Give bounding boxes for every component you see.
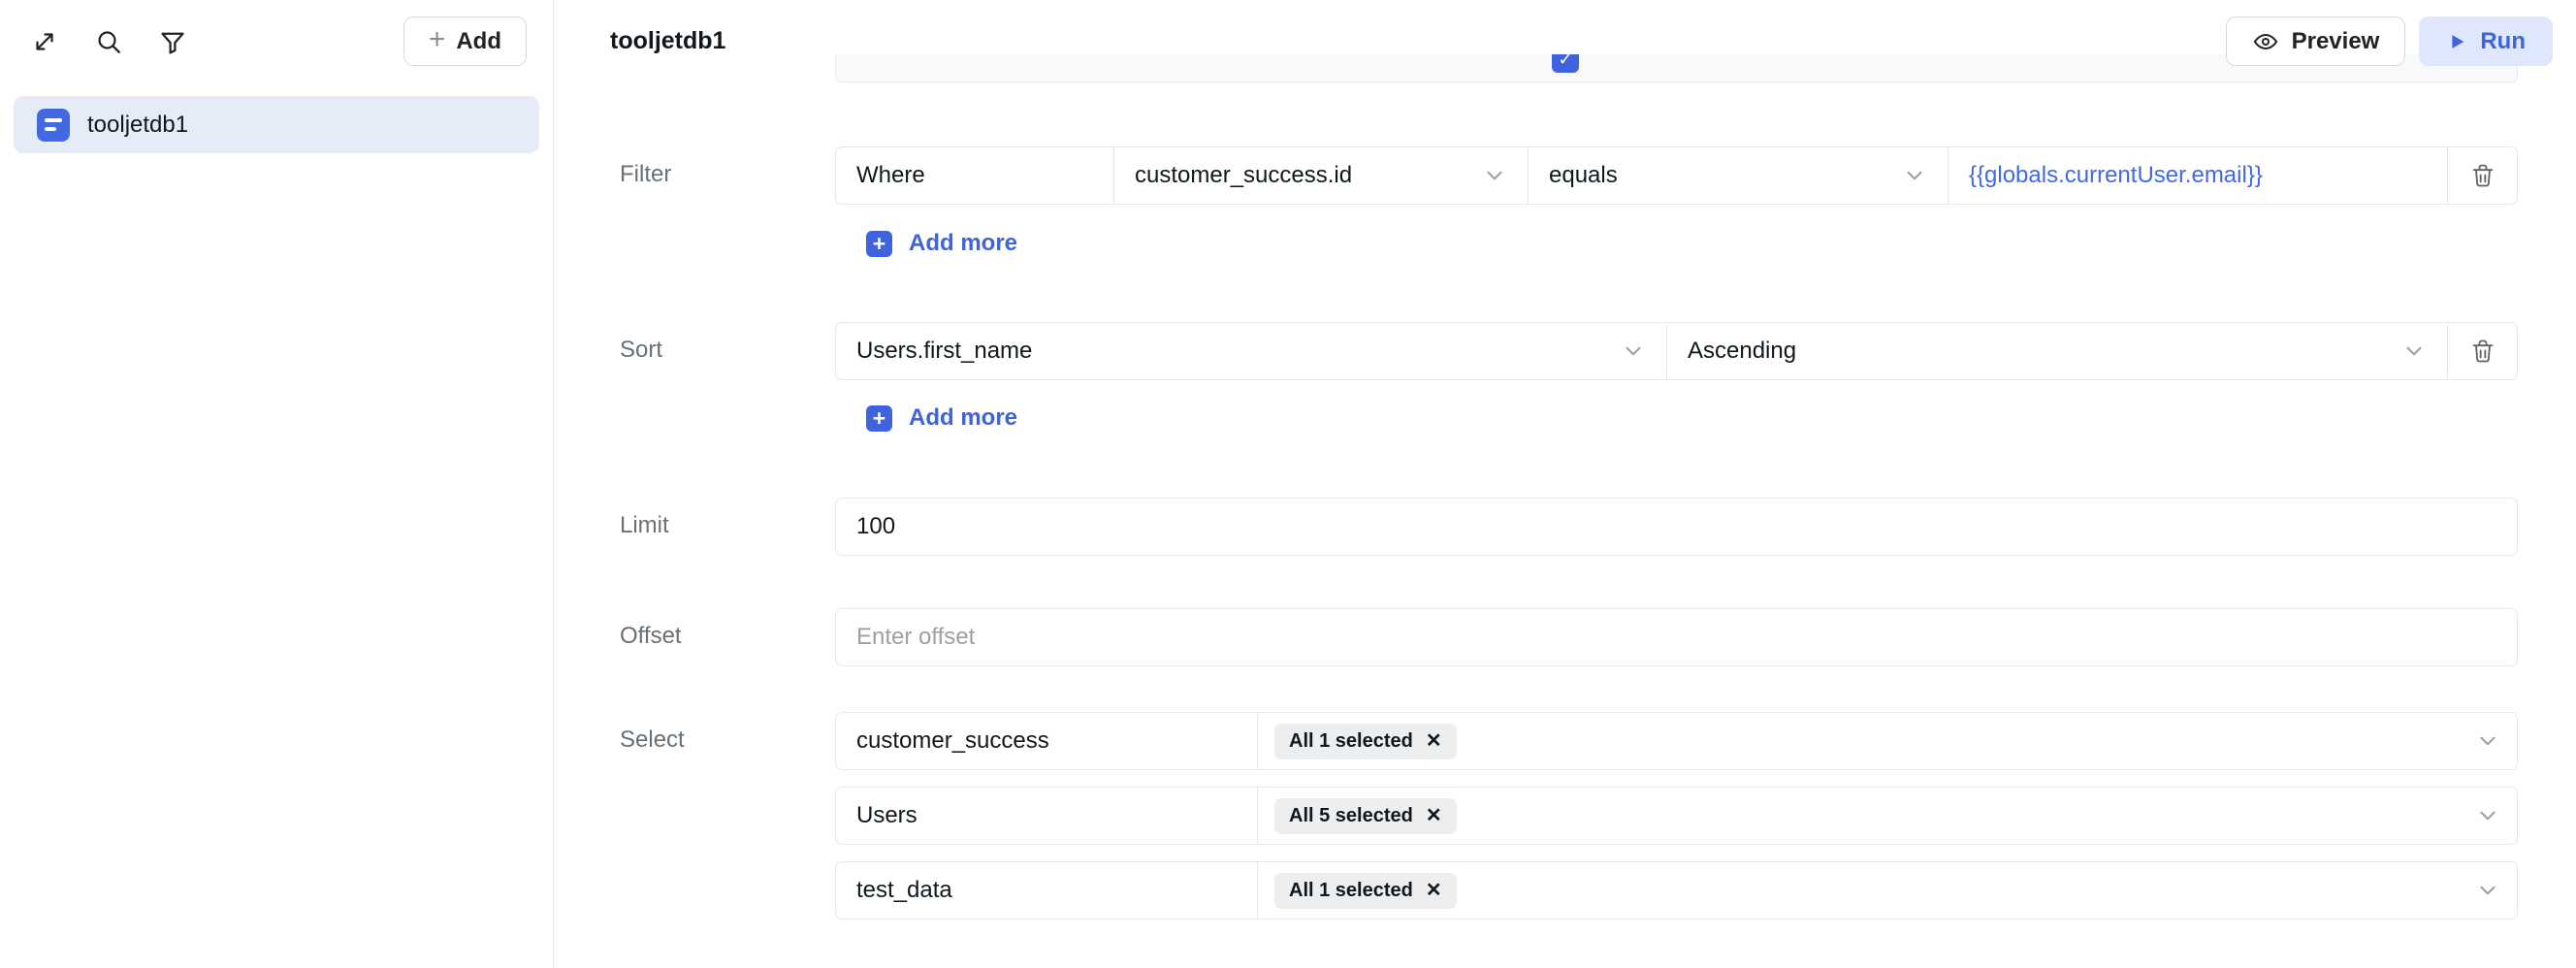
offset-section: Offset bbox=[554, 608, 2576, 666]
offset-input[interactable] bbox=[835, 608, 2518, 666]
selection-badge-label: All 1 selected bbox=[1289, 730, 1413, 753]
add-sort-button[interactable]: + Add more bbox=[866, 404, 1017, 432]
plus-glyph: + bbox=[873, 407, 886, 430]
check-icon: ✓ bbox=[1558, 54, 1572, 70]
filter-where-label: Where bbox=[836, 147, 1114, 204]
select-section: Select customer_success All 1 selected ✕ bbox=[554, 712, 2576, 936]
filter-column-select[interactable]: customer_success.id bbox=[1114, 147, 1529, 204]
main-panel: ✓ tooljetdb1 Preview Run bbox=[554, 0, 2576, 968]
sort-column-select[interactable]: Users.first_name bbox=[836, 323, 1667, 379]
limit-input[interactable] bbox=[835, 498, 2518, 556]
trash-icon bbox=[2469, 162, 2496, 189]
add-filter-button[interactable]: + Add more bbox=[866, 230, 1017, 257]
filter-row: Where customer_success.id equals {{globa… bbox=[835, 146, 2518, 205]
select-columns-dropdown[interactable]: All 1 selected ✕ bbox=[1258, 713, 2517, 769]
app-window: + Add tooljetdb1 ✓ tooljetdb1 bbox=[0, 0, 2576, 968]
sidebar-item-tooljetdb1[interactable]: tooljetdb1 bbox=[14, 96, 539, 153]
filter-label: Filter bbox=[620, 161, 671, 188]
preview-button-label: Preview bbox=[2292, 28, 2380, 55]
select-row-users: Users All 5 selected ✕ bbox=[835, 787, 2518, 845]
chevron-down-icon bbox=[1621, 339, 1646, 364]
sort-add-more-row: + Add more bbox=[554, 404, 2576, 432]
plus-glyph: + bbox=[873, 233, 886, 255]
limit-section: Limit bbox=[554, 498, 2576, 556]
plus-square-icon: + bbox=[866, 231, 892, 257]
limit-label: Limit bbox=[620, 512, 669, 539]
run-button[interactable]: Run bbox=[2419, 16, 2553, 66]
table-icon bbox=[37, 109, 70, 142]
filter-icon[interactable] bbox=[154, 23, 191, 60]
row-checkbox[interactable]: ✓ bbox=[1552, 54, 1579, 73]
select-label: Select bbox=[620, 726, 685, 754]
sort-section: Sort Users.first_name Ascending bbox=[554, 322, 2576, 380]
page-title: tooljetdb1 bbox=[610, 27, 725, 55]
sidebar-header: + Add bbox=[0, 0, 553, 82]
sidebar-item-label: tooljetdb1 bbox=[87, 112, 188, 139]
add-table-button[interactable]: + Add bbox=[403, 16, 527, 66]
sort-row: Users.first_name Ascending bbox=[835, 322, 2518, 380]
selection-badge-label: All 1 selected bbox=[1289, 880, 1413, 902]
add-button-label: Add bbox=[456, 28, 501, 55]
select-table-name: Users bbox=[836, 788, 1258, 844]
chevron-down-icon bbox=[1902, 163, 1927, 188]
sort-label: Sort bbox=[620, 337, 662, 364]
filter-section: Filter Where customer_success.id equals … bbox=[554, 146, 2576, 205]
sort-direction-select[interactable]: Ascending bbox=[1667, 323, 2448, 379]
eye-icon bbox=[2252, 28, 2279, 55]
select-table-name: customer_success bbox=[836, 713, 1258, 769]
add-more-label: Add more bbox=[909, 230, 1017, 257]
selection-badge: All 1 selected ✕ bbox=[1274, 873, 1457, 909]
table-list: tooljetdb1 bbox=[0, 82, 553, 167]
selection-badge-label: All 5 selected bbox=[1289, 805, 1413, 827]
sort-direction-value: Ascending bbox=[1688, 338, 1796, 365]
plus-square-icon: + bbox=[866, 405, 892, 432]
select-row-customer-success: customer_success All 1 selected ✕ bbox=[835, 712, 2518, 770]
chevron-down-icon bbox=[2475, 878, 2500, 903]
chevron-down-icon bbox=[2401, 339, 2427, 364]
add-more-label: Add more bbox=[909, 404, 1017, 432]
select-columns-dropdown[interactable]: All 1 selected ✕ bbox=[1258, 862, 2517, 919]
delete-filter-button[interactable] bbox=[2448, 147, 2517, 204]
sidebar: + Add tooljetdb1 bbox=[0, 0, 554, 968]
clear-selection-icon[interactable]: ✕ bbox=[1426, 881, 1442, 900]
chevron-down-icon bbox=[1482, 163, 1507, 188]
plus-icon: + bbox=[429, 25, 446, 54]
trash-icon bbox=[2469, 338, 2496, 365]
query-form: Filter Where customer_success.id equals … bbox=[554, 82, 2576, 968]
preview-button[interactable]: Preview bbox=[2226, 16, 2406, 66]
selection-badge: All 5 selected ✕ bbox=[1274, 798, 1457, 834]
run-button-label: Run bbox=[2480, 28, 2526, 55]
chevron-down-icon bbox=[2475, 728, 2500, 754]
select-columns-dropdown[interactable]: All 5 selected ✕ bbox=[1258, 788, 2517, 844]
header-actions: Preview Run bbox=[2226, 16, 2553, 66]
select-table-name: test_data bbox=[836, 862, 1258, 919]
filter-column-value: customer_success.id bbox=[1135, 162, 1352, 189]
offset-label: Offset bbox=[620, 623, 682, 650]
delete-sort-button[interactable] bbox=[2448, 323, 2517, 379]
select-rows: customer_success All 1 selected ✕ Users bbox=[835, 712, 2518, 920]
filter-add-more-row: + Add more bbox=[554, 230, 2576, 257]
filter-value-input[interactable]: {{globals.currentUser.email}} bbox=[1948, 147, 2448, 204]
select-row-test-data: test_data All 1 selected ✕ bbox=[835, 861, 2518, 920]
chevron-down-icon bbox=[2475, 803, 2500, 828]
collapse-panel-icon[interactable] bbox=[26, 23, 63, 60]
sort-column-value: Users.first_name bbox=[856, 338, 1032, 365]
play-icon bbox=[2446, 31, 2467, 52]
clear-selection-icon[interactable]: ✕ bbox=[1426, 806, 1442, 825]
selection-badge: All 1 selected ✕ bbox=[1274, 724, 1457, 759]
search-icon[interactable] bbox=[90, 23, 127, 60]
filter-operator-value: equals bbox=[1549, 162, 1618, 189]
clear-selection-icon[interactable]: ✕ bbox=[1426, 731, 1442, 751]
filter-operator-select[interactable]: equals bbox=[1529, 147, 1948, 204]
